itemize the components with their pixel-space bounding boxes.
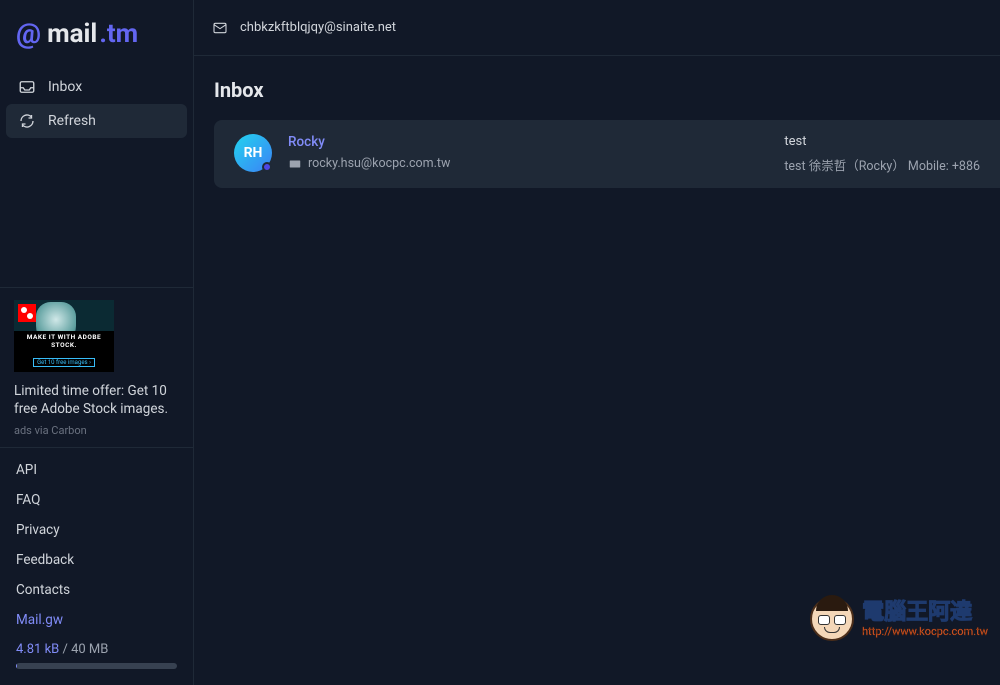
avatar-initials: RH xyxy=(244,145,263,161)
footer-api[interactable]: API xyxy=(16,462,177,478)
ad-strip: MAKE IT WITH ADOBE STOCK. Get 10 free im… xyxy=(14,331,114,372)
unread-dot-icon xyxy=(262,162,272,172)
logo-mail-text: mail xyxy=(47,21,97,47)
nav-refresh[interactable]: Refresh xyxy=(6,104,187,138)
storage-bar xyxy=(16,663,177,669)
avatar: RH xyxy=(234,134,272,172)
storage-total: 40 MB xyxy=(71,642,108,657)
sidebar-nav: Inbox Refresh xyxy=(0,70,193,138)
sender-email: rocky.hsu@kocpc.com.tw xyxy=(308,156,450,171)
inbox-icon xyxy=(18,78,36,96)
account-email[interactable]: chbkzkftblqjqy@sinaite.net xyxy=(240,20,396,35)
logo-tm-text: .tm xyxy=(99,21,138,47)
nav-refresh-label: Refresh xyxy=(48,113,96,129)
nav-inbox-label: Inbox xyxy=(48,79,82,95)
footer-mailgw[interactable]: Mail.gw xyxy=(16,612,177,628)
footer-faq[interactable]: FAQ xyxy=(16,492,177,508)
nav-inbox[interactable]: Inbox xyxy=(6,70,187,104)
ad-section: MAKE IT WITH ADOBE STOCK. Get 10 free im… xyxy=(0,287,193,447)
sender-name: Rocky xyxy=(288,134,748,150)
ad-text[interactable]: Limited time offer: Get 10 free Adobe St… xyxy=(14,382,179,418)
footer-links: API FAQ Privacy Feedback Contacts Mail.g… xyxy=(0,447,193,634)
adobe-badge-icon xyxy=(18,304,36,322)
mail-icon xyxy=(288,157,302,171)
message-content-block: test test 徐崇哲（Rocky） Mobile: +886 xyxy=(764,134,980,174)
refresh-icon xyxy=(18,112,36,130)
footer-contacts[interactable]: Contacts xyxy=(16,582,177,598)
message-preview: test 徐崇哲（Rocky） Mobile: +886 xyxy=(784,155,980,174)
storage-fill xyxy=(16,663,17,669)
top-bar: chbkzkftblqjqy@sinaite.net xyxy=(194,0,1000,56)
page-title: Inbox xyxy=(194,56,1000,120)
ad-headline-2: Get 10 free images › xyxy=(33,358,95,367)
footer-feedback[interactable]: Feedback xyxy=(16,552,177,568)
message-subject: test xyxy=(784,134,980,149)
storage-indicator: 4.81 kB / 40 MB xyxy=(0,634,193,685)
ad-headline-1: MAKE IT WITH ADOBE STOCK. xyxy=(18,333,110,349)
logo-at-icon: @ xyxy=(16,20,41,48)
ad-attribution[interactable]: ads via Carbon xyxy=(14,424,179,437)
brand-logo[interactable]: @ mail .tm xyxy=(0,0,193,70)
sender-email-line: rocky.hsu@kocpc.com.tw xyxy=(288,156,748,171)
storage-used: 4.81 kB xyxy=(16,642,59,657)
sidebar: @ mail .tm Inbox Refresh MAKE IT WITH AD… xyxy=(0,0,194,685)
ad-image[interactable]: MAKE IT WITH ADOBE STOCK. Get 10 free im… xyxy=(14,300,114,372)
footer-privacy[interactable]: Privacy xyxy=(16,522,177,538)
envelope-icon xyxy=(212,20,228,36)
message-row[interactable]: RH Rocky rocky.hsu@kocpc.com.tw test tes… xyxy=(214,120,1000,188)
main-panel: chbkzkftblqjqy@sinaite.net Inbox RH Rock… xyxy=(194,0,1000,685)
storage-separator: / xyxy=(59,642,71,657)
message-sender-block: Rocky rocky.hsu@kocpc.com.tw xyxy=(288,134,748,171)
